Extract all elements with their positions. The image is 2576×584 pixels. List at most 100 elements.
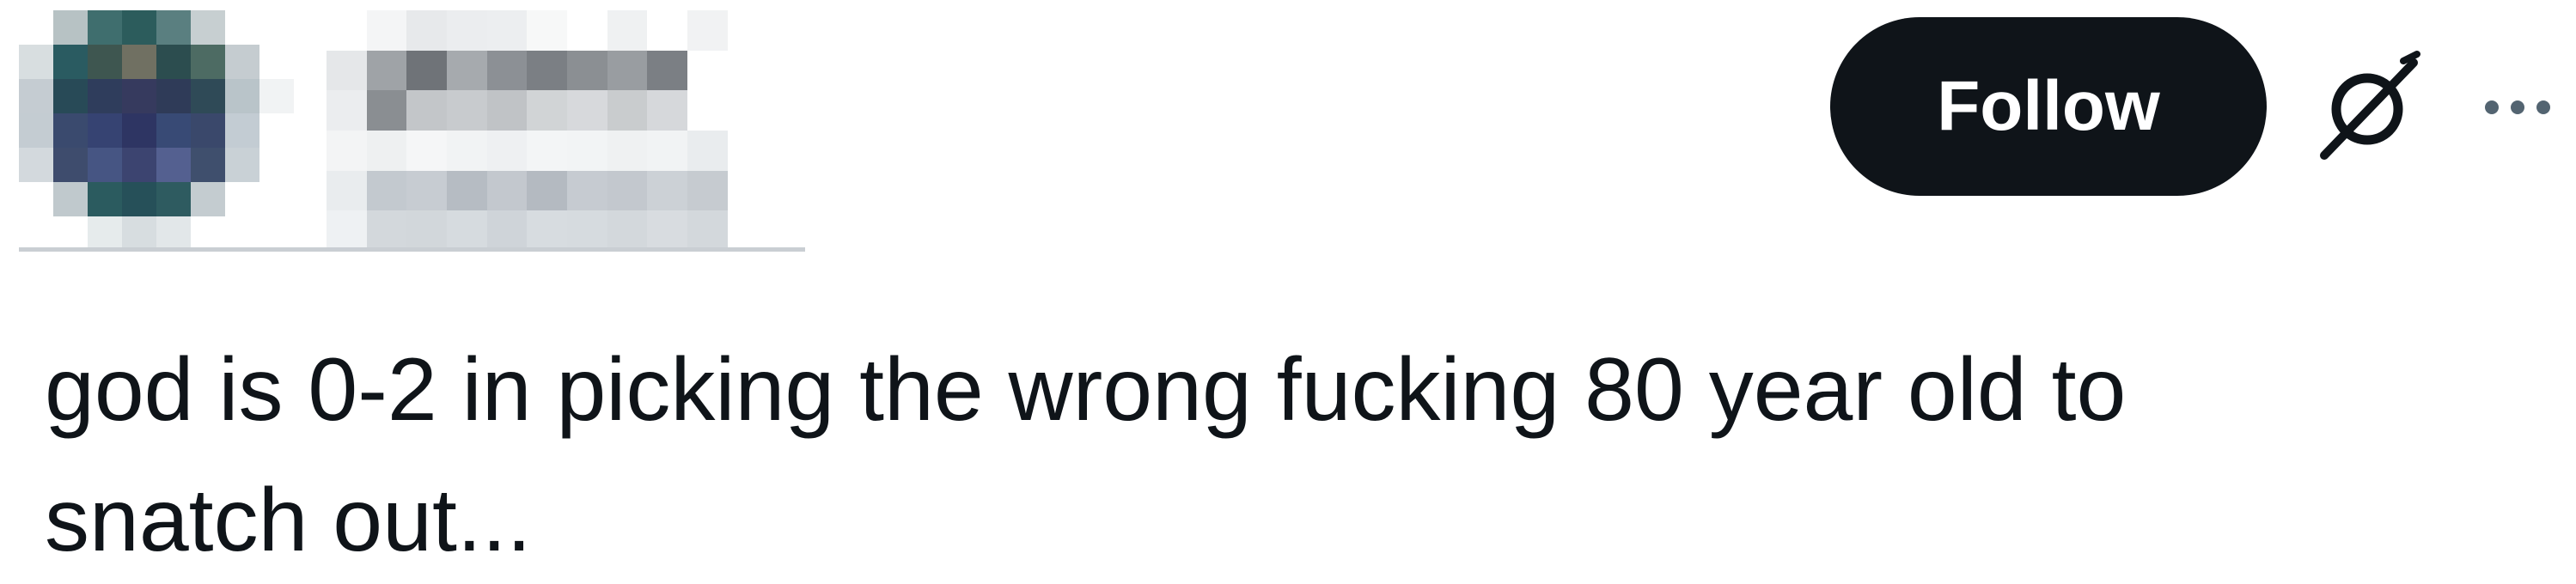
avatar-pixel — [156, 182, 191, 216]
avatar-pixel — [259, 45, 294, 79]
name-pixel — [486, 170, 528, 211]
name-pixel — [327, 170, 367, 211]
name-pixel — [767, 170, 808, 211]
avatar-pixel — [88, 10, 122, 45]
avatar-pixel — [122, 216, 156, 251]
tweet-text: god is 0-2 in picking the wrong fucking … — [45, 340, 2127, 570]
avatar-pixel — [225, 79, 259, 113]
name-pixel — [647, 90, 687, 131]
avatar-pixel — [88, 182, 122, 216]
name-pixel — [366, 170, 407, 211]
follow-button[interactable]: Follow — [1830, 17, 2267, 196]
avatar-pixel — [259, 113, 294, 148]
name-pixel — [687, 10, 728, 51]
name-pixel — [406, 90, 447, 131]
name-pixel — [486, 130, 528, 171]
name-pixel — [647, 50, 687, 91]
avatar-pixel — [259, 216, 294, 251]
avatar-pixel — [225, 182, 259, 216]
name-pixel — [327, 50, 367, 91]
name-pixel — [566, 170, 607, 211]
avatar-pixel — [53, 182, 88, 216]
avatar-pixel — [88, 148, 122, 182]
avatar-pixel — [53, 79, 88, 113]
avatar-pixel — [19, 148, 53, 182]
name-pixel — [687, 90, 728, 131]
name-pixel — [366, 90, 407, 131]
avatar-pixel — [191, 10, 225, 45]
name-pixel — [727, 50, 768, 91]
name-pixel — [366, 50, 407, 91]
name-pixel — [647, 170, 687, 211]
avatar-pixel — [88, 216, 122, 251]
name-pixel — [566, 50, 607, 91]
name-pixel — [687, 210, 728, 251]
name-pixel — [327, 10, 367, 51]
name-pixel — [446, 90, 487, 131]
avatar-pixel — [156, 79, 191, 113]
avatar-pixel — [53, 148, 88, 182]
avatar-pixel — [122, 148, 156, 182]
name-pixel — [607, 210, 648, 251]
avatar-pixel — [191, 148, 225, 182]
avatar-pixel — [88, 79, 122, 113]
name-pixel — [527, 170, 567, 211]
avatar-pixel — [156, 148, 191, 182]
avatar-pixel — [88, 45, 122, 79]
avatar-pixel — [19, 45, 53, 79]
avatar-pixel — [225, 113, 259, 148]
name-pixel — [767, 90, 808, 131]
name-pixel — [527, 50, 567, 91]
name-pixel — [527, 130, 567, 171]
avatar-pixel — [122, 113, 156, 148]
name-pixel — [366, 130, 407, 171]
name-pixel — [446, 130, 487, 171]
name-pixel — [607, 130, 648, 171]
avatar[interactable] — [19, 10, 294, 251]
avatar-pixel — [19, 79, 53, 113]
name-pixel — [727, 10, 768, 51]
avatar-pixel — [225, 216, 259, 251]
name-pixel — [727, 170, 768, 211]
avatar-pixel — [156, 216, 191, 251]
author-link-underline — [19, 247, 805, 252]
name-pixel — [767, 210, 808, 251]
avatar-pixel — [225, 10, 259, 45]
name-pixel — [687, 50, 728, 91]
avatar-pixel — [191, 45, 225, 79]
avatar-pixel — [122, 79, 156, 113]
name-pixel — [727, 210, 768, 251]
name-pixel — [366, 210, 407, 251]
name-pixel — [566, 210, 607, 251]
tweet-header: Follow — [0, 0, 2576, 283]
name-pixel — [607, 170, 648, 211]
name-pixel — [727, 90, 768, 131]
name-pixel — [446, 50, 487, 91]
name-pixel — [406, 210, 447, 251]
avatar-pixel — [225, 45, 259, 79]
name-pixel — [327, 130, 367, 171]
avatar-pixel — [53, 45, 88, 79]
avatar-pixel — [88, 113, 122, 148]
name-pixel — [687, 170, 728, 211]
grok-slash-circle-icon[interactable] — [2307, 47, 2427, 167]
avatar-pixel — [156, 10, 191, 45]
avatar-pixel — [19, 182, 53, 216]
name-pixel — [406, 10, 447, 51]
name-pixel — [727, 130, 768, 171]
author-name-redacted[interactable] — [327, 10, 808, 251]
more-horizontal-icon[interactable] — [2475, 82, 2561, 133]
avatar-pixel — [122, 45, 156, 79]
avatar-pixel — [259, 148, 294, 182]
avatar-pixel — [259, 182, 294, 216]
name-pixel — [647, 210, 687, 251]
name-pixel — [527, 90, 567, 131]
avatar-pixel — [19, 113, 53, 148]
name-pixel — [446, 210, 487, 251]
name-pixel — [446, 170, 487, 211]
avatar-pixel — [191, 79, 225, 113]
avatar-pixel — [259, 79, 294, 113]
avatar-pixel — [53, 10, 88, 45]
name-pixel — [607, 10, 648, 51]
avatar-pixel — [156, 113, 191, 148]
